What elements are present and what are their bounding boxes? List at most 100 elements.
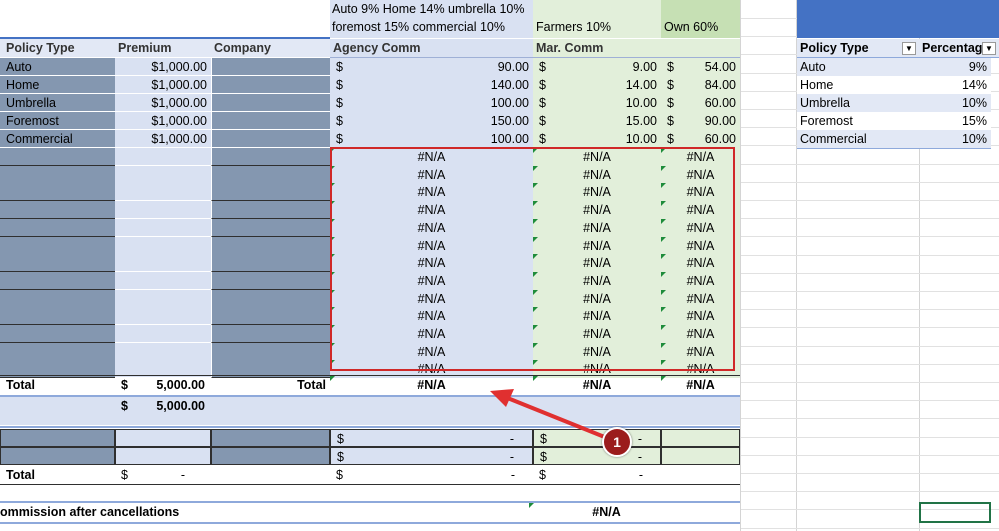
empty-policy-cell[interactable] [0, 201, 115, 220]
empty-company-cell[interactable] [211, 307, 330, 326]
filter-dropdown-icon[interactable]: ▼ [902, 42, 916, 55]
header-policy-type[interactable]: Policy Type [0, 39, 115, 57]
mar-na-cell[interactable]: #N/A [533, 271, 661, 290]
subtotal-left-cell[interactable] [0, 397, 115, 425]
after-cancel-label[interactable]: ommission after cancellations [0, 503, 533, 521]
empty-company-cell[interactable] [211, 201, 330, 220]
empty-premium-cell[interactable] [115, 148, 211, 166]
agency-comm-cell[interactable]: $100.00 [330, 130, 533, 148]
empty-company-cell[interactable] [211, 325, 330, 343]
empty-premium-cell[interactable] [115, 254, 211, 273]
mar-na-cell[interactable]: #N/A [533, 236, 661, 255]
agency-na-cell[interactable]: #N/A [330, 165, 533, 184]
subtotal-premium-cell[interactable]: $5,000.00 [115, 397, 211, 425]
mar-na-cell[interactable]: #N/A [533, 289, 661, 308]
own-na-cell[interactable]: #N/A [661, 183, 740, 202]
own-na-cell[interactable]: #N/A [661, 165, 740, 184]
agency-na-cell[interactable]: #N/A [330, 218, 533, 237]
own-na-cell[interactable]: #N/A [661, 254, 740, 273]
mar-comm-cell[interactable]: $14.00 [533, 76, 661, 94]
cancel-agency-cell[interactable]: $ - [330, 447, 533, 465]
cancel-total-agency-cell[interactable]: $ - [330, 466, 533, 484]
cancel-total-premium-cell[interactable]: $ - [115, 466, 211, 484]
header-agency-comm[interactable]: Agency Comm [330, 39, 533, 57]
premium-cell[interactable]: $1,000.00 [115, 130, 211, 148]
total-label[interactable]: Total [0, 376, 115, 396]
cancel-total-mar-cell[interactable]: $ - [533, 466, 661, 484]
cancel-agency-cell[interactable]: $ - [330, 429, 533, 447]
own-na-cell[interactable]: #N/A [661, 218, 740, 237]
mar-na-cell[interactable]: #N/A [533, 148, 661, 166]
filter-dropdown-icon[interactable]: ▼ [982, 42, 996, 55]
empty-premium-cell[interactable] [115, 165, 211, 184]
policy-cell[interactable]: Commercial [0, 130, 115, 148]
farmers-note-cell[interactable]: Farmers 10% [533, 0, 661, 38]
policy-cell[interactable]: Auto [0, 58, 115, 76]
empty-premium-cell[interactable] [115, 183, 211, 202]
lookup-header-fill[interactable] [797, 0, 999, 38]
own-comm-cell[interactable]: $90.00 [661, 112, 740, 130]
own-comm-cell[interactable]: $84.00 [661, 76, 740, 94]
cancel-premium-cell[interactable] [115, 447, 211, 465]
own-na-cell[interactable]: #N/A [661, 271, 740, 290]
empty-policy-cell[interactable] [0, 325, 115, 343]
lookup-policy-cell[interactable]: Foremost [797, 112, 919, 130]
empty-premium-cell[interactable] [115, 271, 211, 290]
cancel-mar-cell[interactable]: $ - [533, 429, 661, 447]
empty-policy-cell[interactable] [0, 218, 115, 237]
total-premium-cell[interactable]: $5,000.00 [115, 376, 211, 396]
mar-na-cell[interactable]: #N/A [533, 218, 661, 237]
premium-cell[interactable]: $1,000.00 [115, 112, 211, 130]
empty-policy-cell[interactable] [0, 183, 115, 202]
lookup-pct-cell[interactable]: 10% [919, 130, 991, 148]
own-comm-cell[interactable]: $54.00 [661, 58, 740, 76]
premium-cell[interactable]: $1,000.00 [115, 76, 211, 94]
cancel-company-cell[interactable] [211, 447, 330, 465]
mar-na-cell[interactable]: #N/A [533, 183, 661, 202]
empty-company-cell[interactable] [211, 218, 330, 237]
policy-cell[interactable]: Home [0, 76, 115, 94]
agency-na-cell[interactable]: #N/A [330, 148, 533, 166]
own-note-cell[interactable]: Own 60% [661, 0, 740, 38]
company-cell[interactable] [211, 76, 330, 94]
empty-company-cell[interactable] [211, 289, 330, 308]
empty-premium-cell[interactable] [115, 325, 211, 343]
mar-comm-cell[interactable]: $15.00 [533, 112, 661, 130]
mar-comm-cell[interactable]: $10.00 [533, 130, 661, 148]
after-cancel-value[interactable]: #N/A [533, 503, 680, 521]
agency-na-cell[interactable]: #N/A [330, 289, 533, 308]
agency-na-cell[interactable]: #N/A [330, 342, 533, 361]
header-company[interactable]: Company [211, 39, 330, 57]
header-own[interactable] [661, 39, 740, 57]
empty-policy-cell[interactable] [0, 254, 115, 273]
empty-company-cell[interactable] [211, 148, 330, 166]
lookup-policy-cell[interactable]: Home [797, 76, 919, 94]
empty-policy-cell[interactable] [0, 271, 115, 290]
empty-premium-cell[interactable] [115, 236, 211, 255]
agency-na-cell[interactable]: #N/A [330, 201, 533, 220]
active-cell-selection[interactable] [919, 502, 991, 523]
subtotal-fill[interactable] [211, 397, 740, 425]
mar-na-cell[interactable]: #N/A [533, 325, 661, 343]
empty-company-cell[interactable] [211, 183, 330, 202]
total-company-label[interactable]: Total [211, 376, 330, 396]
agency-comm-cell[interactable]: $150.00 [330, 112, 533, 130]
policy-cell[interactable]: Foremost [0, 112, 115, 130]
own-na-cell[interactable]: #N/A [661, 201, 740, 220]
lookup-policy-cell[interactable]: Umbrella [797, 94, 919, 112]
own-na-cell[interactable]: #N/A [661, 236, 740, 255]
own-na-cell[interactable]: #N/A [661, 148, 740, 166]
agency-comm-cell[interactable]: $100.00 [330, 94, 533, 112]
header-mar-comm[interactable]: Mar. Comm [533, 39, 661, 57]
company-cell[interactable] [211, 112, 330, 130]
empty-policy-cell[interactable] [0, 289, 115, 308]
company-cell[interactable] [211, 94, 330, 112]
own-na-cell[interactable]: #N/A [661, 289, 740, 308]
agency-na-cell[interactable]: #N/A [330, 236, 533, 255]
empty-premium-cell[interactable] [115, 289, 211, 308]
total-mar-cell[interactable]: #N/A [533, 376, 661, 396]
cancel-premium-cell[interactable] [115, 429, 211, 447]
lookup-header-policy[interactable]: Policy Type ▼ [797, 39, 919, 57]
lookup-policy-cell[interactable]: Auto [797, 58, 919, 76]
total-agency-cell[interactable]: #N/A [330, 376, 533, 396]
